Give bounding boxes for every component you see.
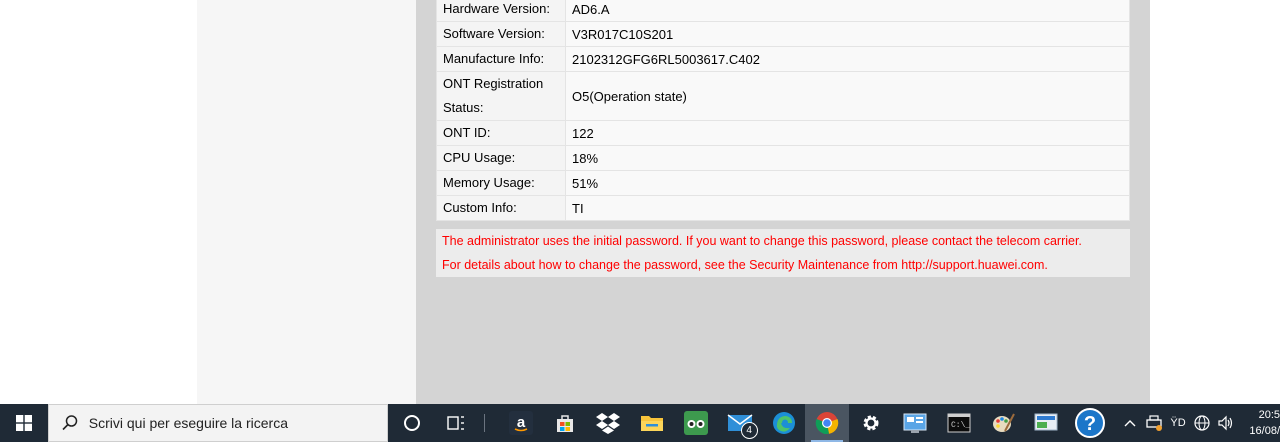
row-value: V3R017C10S201: [565, 21, 1130, 47]
file-explorer-icon: [641, 416, 664, 431]
sidebar-panel: [197, 0, 416, 404]
amazon-icon: a: [508, 411, 533, 435]
help-button[interactable]: ?: [1068, 404, 1112, 442]
input-method-button[interactable]: ŸD: [1166, 404, 1190, 442]
volume-icon: [1218, 415, 1233, 431]
task-view-button[interactable]: [434, 404, 478, 442]
settings-app[interactable]: [849, 404, 893, 442]
row-value: 2102312GFG6RL5003617.C402: [565, 46, 1130, 72]
svg-text:C:\_: C:\_: [951, 421, 970, 430]
cortana-icon: [404, 415, 421, 431]
table-row: CPU Usage: 18%: [436, 145, 1130, 171]
printer-tray-button[interactable]: [1142, 404, 1166, 442]
row-value: AD6.A: [565, 0, 1130, 22]
tripadvisor-icon: [683, 411, 708, 435]
row-value: TI: [565, 195, 1130, 221]
help-icon: ?: [1075, 408, 1106, 438]
search-icon: [62, 415, 78, 431]
windows-taskbar: a 4: [0, 404, 1280, 442]
store-app[interactable]: [543, 404, 587, 442]
row-value: O5(Operation state): [565, 71, 1130, 121]
row-label: Hardware Version:: [436, 0, 566, 22]
chevron-up-icon: [1124, 420, 1136, 427]
svg-text:?: ?: [1084, 413, 1096, 435]
row-label: CPU Usage:: [436, 145, 566, 171]
volume-tray-button[interactable]: [1214, 404, 1238, 442]
mail-unread-badge: 4: [740, 422, 758, 439]
start-button[interactable]: [0, 404, 48, 442]
task-view-icon: [447, 416, 464, 430]
store-icon: [556, 415, 573, 432]
edge-icon: [772, 412, 795, 434]
row-label: ONT Registration Status:: [436, 71, 566, 121]
tripadvisor-app[interactable]: [674, 404, 718, 442]
page-right-margin: [1150, 0, 1280, 404]
row-value: 122: [565, 120, 1130, 146]
globe-icon: [1194, 415, 1210, 431]
main-content: Hardware Version: AD6.A Software Version…: [416, 0, 1150, 404]
password-warning: The administrator uses the initial passw…: [436, 229, 1130, 277]
file-explorer-app[interactable]: [630, 404, 674, 442]
clock-time: 20:5: [1258, 409, 1280, 421]
control-panel-icon: [903, 413, 927, 433]
page-left-margin: [0, 0, 197, 404]
table-row: Manufacture Info: 2102312GFG6RL5003617.C…: [436, 46, 1130, 72]
paint-app[interactable]: [981, 404, 1025, 442]
row-label: Custom Info:: [436, 195, 566, 221]
table-row: Hardware Version: AD6.A: [436, 0, 1130, 22]
warning-line: For details about how to change the pass…: [442, 258, 1048, 272]
cortana-button[interactable]: [390, 404, 434, 442]
table-row: Software Version: V3R017C10S201: [436, 21, 1130, 47]
terminal-app[interactable]: C:\_: [937, 404, 981, 442]
network-app[interactable]: [1024, 404, 1068, 442]
edge-app[interactable]: [762, 404, 806, 442]
device-info-table: Hardware Version: AD6.A Software Version…: [436, 0, 1130, 221]
row-value: 18%: [565, 145, 1130, 171]
row-label: Memory Usage:: [436, 170, 566, 196]
control-panel-app[interactable]: [893, 404, 937, 442]
ime-icon: ŸD: [1170, 417, 1186, 429]
row-label: Manufacture Info:: [436, 46, 566, 72]
table-row: Memory Usage: 51%: [436, 170, 1130, 196]
search-input[interactable]: [86, 414, 381, 432]
chrome-icon: [816, 412, 839, 435]
row-label: Software Version:: [436, 21, 566, 47]
windows-start-icon: [15, 415, 32, 431]
taskbar-search[interactable]: [47, 404, 389, 442]
table-row: Custom Info: TI: [436, 195, 1130, 221]
paint-icon: [992, 413, 1015, 432]
printer-icon: [1146, 415, 1163, 431]
table-row: ONT ID: 122: [436, 120, 1130, 146]
taskbar-divider: [483, 414, 485, 432]
svg-text:a: a: [517, 414, 526, 431]
dropbox-icon: [596, 413, 621, 434]
amazon-app[interactable]: a: [499, 404, 543, 442]
system-tray: ŸD 20:5 16/08/: [1118, 404, 1280, 442]
terminal-icon: C:\_: [947, 413, 971, 433]
chrome-app[interactable]: [805, 404, 850, 442]
warning-line: The administrator uses the initial passw…: [442, 234, 1082, 248]
dropbox-app[interactable]: [586, 404, 630, 442]
mail-app[interactable]: 4: [718, 404, 762, 442]
network-tray-button[interactable]: [1190, 404, 1214, 442]
row-label: ONT ID:: [436, 120, 566, 146]
settings-icon: [863, 415, 879, 431]
row-value: 51%: [565, 170, 1130, 196]
network-app-icon: [1034, 413, 1058, 431]
show-hidden-icons-button[interactable]: [1118, 404, 1142, 442]
taskbar-clock[interactable]: 20:5 16/08/: [1240, 407, 1280, 439]
clock-date: 16/08/: [1249, 425, 1280, 437]
table-row: ONT Registration Status: O5(Operation st…: [436, 71, 1130, 121]
